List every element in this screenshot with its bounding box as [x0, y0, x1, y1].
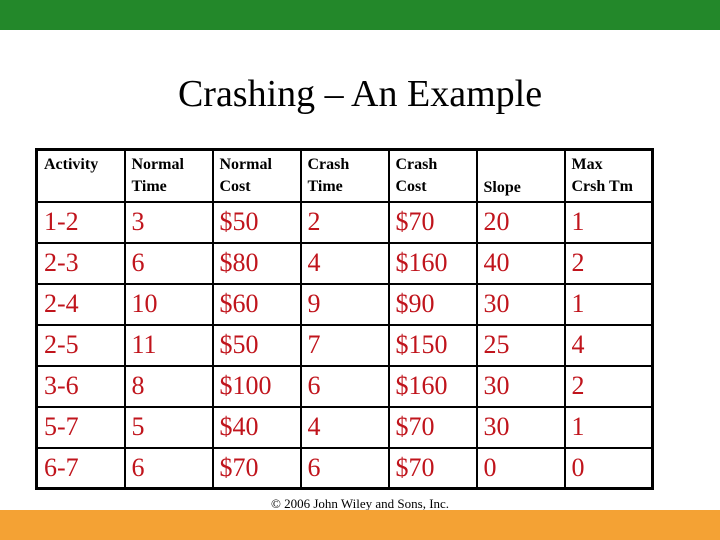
- table-cell: 4: [299, 405, 390, 449]
- column-header: Normal Time: [123, 148, 214, 203]
- table-cell: 5: [123, 405, 214, 449]
- top-bar: [0, 0, 720, 30]
- header-line: Activity: [44, 156, 99, 173]
- table-row: 6-7 6 $70 6 $70 0 0: [35, 446, 654, 490]
- table-cell: 30: [475, 405, 566, 449]
- table-cell: $60: [211, 282, 302, 326]
- table-cell: 3-6: [35, 364, 126, 408]
- header-line: Slope: [483, 178, 521, 196]
- header-line: Cost: [395, 178, 427, 195]
- header-line: Crash: [395, 156, 438, 173]
- table-cell: $70: [387, 446, 478, 490]
- column-header: Slope: [475, 148, 566, 203]
- table-cell: $90: [387, 282, 478, 326]
- table-cell: 2-4: [35, 282, 126, 326]
- header-line: Max: [571, 156, 603, 173]
- column-header: Activity: [35, 148, 126, 203]
- table-cell: 2-5: [35, 323, 126, 367]
- table-cell: 40: [475, 241, 566, 285]
- table-cell: 8: [123, 364, 214, 408]
- table-cell: $70: [387, 200, 478, 244]
- header-row: Activity Normal Time Normal Cost Crash Time Cra…: [35, 148, 654, 203]
- crashing-table: Activity Normal Time Normal Cost Crash Time Cra…: [35, 148, 654, 490]
- table-cell: $70: [387, 405, 478, 449]
- table-cell: 3: [123, 200, 214, 244]
- table-cell: $40: [211, 405, 302, 449]
- table-cell: $160: [387, 364, 478, 408]
- table-cell: 11: [123, 323, 214, 367]
- table-cell: 1: [563, 200, 654, 244]
- table-cell: 1-2: [35, 200, 126, 244]
- column-header: Crash Time: [299, 148, 390, 203]
- column-header: Crash Cost: [387, 148, 478, 203]
- table-cell: $100: [211, 364, 302, 408]
- table-row: 5-7 5 $40 4 $70 30 1: [35, 405, 654, 449]
- table-row: 2-4 10 $60 9 $90 30 1: [35, 282, 654, 326]
- table-row: 2-5 11 $50 7 $150 25 4: [35, 323, 654, 367]
- table-cell: $50: [211, 323, 302, 367]
- table-cell: 0: [475, 446, 566, 490]
- table-cell: 20: [475, 200, 566, 244]
- table-cell: 4: [563, 323, 654, 367]
- table-cell: 9: [299, 282, 390, 326]
- table-cell: 4: [299, 241, 390, 285]
- header-line: Time: [131, 178, 167, 195]
- header-line: Cost: [219, 178, 251, 195]
- table-cell: 30: [475, 364, 566, 408]
- header-line: Normal: [219, 156, 272, 173]
- slide-title: Crashing – An Example: [177, 73, 543, 115]
- table-cell: 7: [299, 323, 390, 367]
- header-line: Normal: [131, 156, 184, 173]
- table-cell: 2: [563, 241, 654, 285]
- table-cell: 6: [299, 446, 390, 490]
- table-cell: $160: [387, 241, 478, 285]
- table-cell: 2-3: [35, 241, 126, 285]
- table-cell: 6: [123, 241, 214, 285]
- table-cell: 5-7: [35, 405, 126, 449]
- table-row: 2-3 6 $80 4 $160 40 2: [35, 241, 654, 285]
- header-line: Crash: [307, 156, 350, 173]
- table-cell: $50: [211, 200, 302, 244]
- table-cell: 6: [123, 446, 214, 490]
- table-cell: $70: [211, 446, 302, 490]
- table-cell: 10: [123, 282, 214, 326]
- table-row: 1-2 3 $50 2 $70 20 1: [35, 200, 654, 244]
- bottom-bar: [0, 510, 720, 540]
- column-header: Max Crsh Tm: [563, 148, 654, 203]
- table-cell: 25: [475, 323, 566, 367]
- table-cell: 2: [299, 200, 390, 244]
- header-line: Time: [307, 178, 343, 195]
- header-line: Crsh Tm: [571, 178, 634, 195]
- table-cell: 1: [563, 282, 654, 326]
- table-cell: $150: [387, 323, 478, 367]
- table-cell: 2: [563, 364, 654, 408]
- table-cell: 30: [475, 282, 566, 326]
- table-cell: 1: [563, 405, 654, 449]
- table-cell: 0: [563, 446, 654, 490]
- table-row: 3-6 8 $100 6 $160 30 2: [35, 364, 654, 408]
- table-cell: 6: [299, 364, 390, 408]
- column-header: Normal Cost: [211, 148, 302, 203]
- table-cell: 6-7: [35, 446, 126, 490]
- table-cell: $80: [211, 241, 302, 285]
